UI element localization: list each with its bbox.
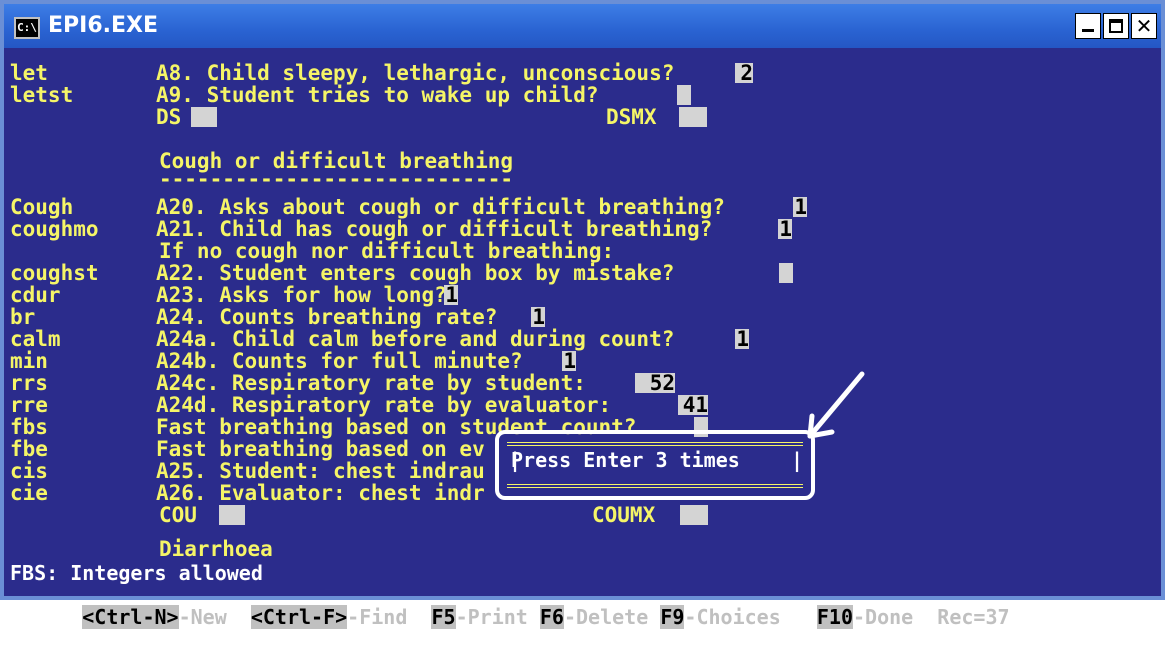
dsmx-field[interactable] xyxy=(679,107,707,127)
window-title: EPI6.EXE xyxy=(48,13,159,38)
key-new-label: -New xyxy=(178,605,227,629)
function-key-bar: <Ctrl-N>-New <Ctrl-F>-Find F5-Print F6-D… xyxy=(10,581,1010,653)
question-label: A24c. Respiratory rate by student: xyxy=(156,371,586,395)
section-heading: Diarrhoea xyxy=(159,537,273,561)
question-label: A26. Evaluator: chest indr xyxy=(156,481,485,505)
key-f9[interactable]: F9 xyxy=(660,605,685,629)
var-name: cie xyxy=(10,481,48,505)
key-choices-label: -Choices xyxy=(684,605,781,629)
answer-field[interactable]: 41 xyxy=(678,395,708,416)
var-name: rrs xyxy=(10,371,48,395)
answer-field[interactable]: 52 xyxy=(635,373,675,394)
field-label-coumx: COUMX xyxy=(592,503,656,527)
console-screen: let A8. Child sleepy, lethargic, unconsc… xyxy=(4,48,1161,629)
annotation-arrow xyxy=(807,371,865,439)
answer-field[interactable]: 2 xyxy=(735,63,753,84)
var-name: let xyxy=(10,61,48,85)
var-name: cis xyxy=(10,459,48,483)
field-label-dsmx: DSMX xyxy=(606,105,657,129)
record-label: Rec= xyxy=(937,605,986,629)
question-label: A24. Counts breathing rate? xyxy=(156,305,498,329)
title-bar[interactable]: C:\ EPI6.EXE ✕ xyxy=(4,4,1161,48)
console-icon[interactable]: C:\ xyxy=(14,17,40,39)
answer-field[interactable] xyxy=(677,85,691,105)
close-button[interactable]: ✕ xyxy=(1131,13,1157,39)
var-name: coughmo xyxy=(10,217,99,241)
ds-field[interactable] xyxy=(191,107,217,127)
field-label-ds: DS xyxy=(156,105,182,129)
var-name: br xyxy=(10,305,36,329)
key-ctrl-f[interactable]: <Ctrl-F> xyxy=(250,605,348,629)
question-label: A8. Child sleepy, lethargic, unconscious… xyxy=(156,61,675,85)
key-find-label: -Find xyxy=(347,605,408,629)
question-label: A9. Student tries to wake up child? xyxy=(156,83,599,107)
var-name: letst xyxy=(10,83,74,107)
question-label: A23. Asks for how long? xyxy=(156,283,447,307)
var-name: calm xyxy=(10,327,61,351)
var-name: coughst xyxy=(10,261,99,285)
var-name: Cough xyxy=(10,195,74,219)
answer-field[interactable]: 1 xyxy=(778,219,792,240)
key-done-label: -Done xyxy=(852,605,914,629)
prompt-popup: | Press Enter 3 times | xyxy=(495,430,815,500)
var-name: rre xyxy=(10,393,48,417)
question-label: A24d. Respiratory rate by evaluator: xyxy=(156,393,612,417)
question-label: A22. Student enters cough box by mistake… xyxy=(156,261,675,285)
coumx-field[interactable] xyxy=(680,505,708,525)
question-label: A24b. Counts for full minute? xyxy=(156,349,523,373)
key-print-label: -Print xyxy=(455,605,528,629)
key-f5[interactable]: F5 xyxy=(431,605,456,629)
record-number: 37 xyxy=(985,605,1010,629)
instruction-text: If no cough nor difficult breathing: xyxy=(159,239,615,263)
minimize-button[interactable] xyxy=(1075,13,1101,39)
var-name: fbe xyxy=(10,437,48,461)
var-name: cdur xyxy=(10,283,61,307)
answer-field[interactable]: 1 xyxy=(735,329,749,350)
maximize-button[interactable] xyxy=(1103,13,1129,39)
answer-field[interactable] xyxy=(779,263,793,283)
key-ctrl-n[interactable]: <Ctrl-N> xyxy=(82,605,179,629)
question-label: A24a. Child calm before and during count… xyxy=(156,327,675,351)
var-name: min xyxy=(10,349,48,373)
question-label: A20. Asks about cough or difficult breat… xyxy=(156,195,725,219)
answer-field[interactable]: 1 xyxy=(531,307,545,328)
app-window: C:\ EPI6.EXE ✕ let A8. Child sleepy, let… xyxy=(0,0,1165,629)
close-icon: ✕ xyxy=(1135,14,1153,38)
key-f10[interactable]: F10 xyxy=(816,605,853,629)
var-name: fbs xyxy=(10,415,48,439)
answer-field[interactable]: 1 xyxy=(562,351,576,372)
cou-field[interactable] xyxy=(219,505,245,525)
question-label: A25. Student: chest indrau xyxy=(156,459,485,483)
popup-message: Press Enter 3 times xyxy=(511,448,740,472)
answer-field[interactable]: 1 xyxy=(444,285,458,306)
section-underline: ---------------------------- xyxy=(159,167,514,191)
question-label: A21. Child has cough or difficult breath… xyxy=(156,217,713,241)
answer-field[interactable]: 1 xyxy=(793,197,807,218)
key-delete-label: -Delete xyxy=(563,605,649,629)
field-label-cou: COU xyxy=(159,503,197,527)
key-f6[interactable]: F6 xyxy=(539,605,564,629)
question-label: Fast breathing based on ev xyxy=(156,437,485,461)
